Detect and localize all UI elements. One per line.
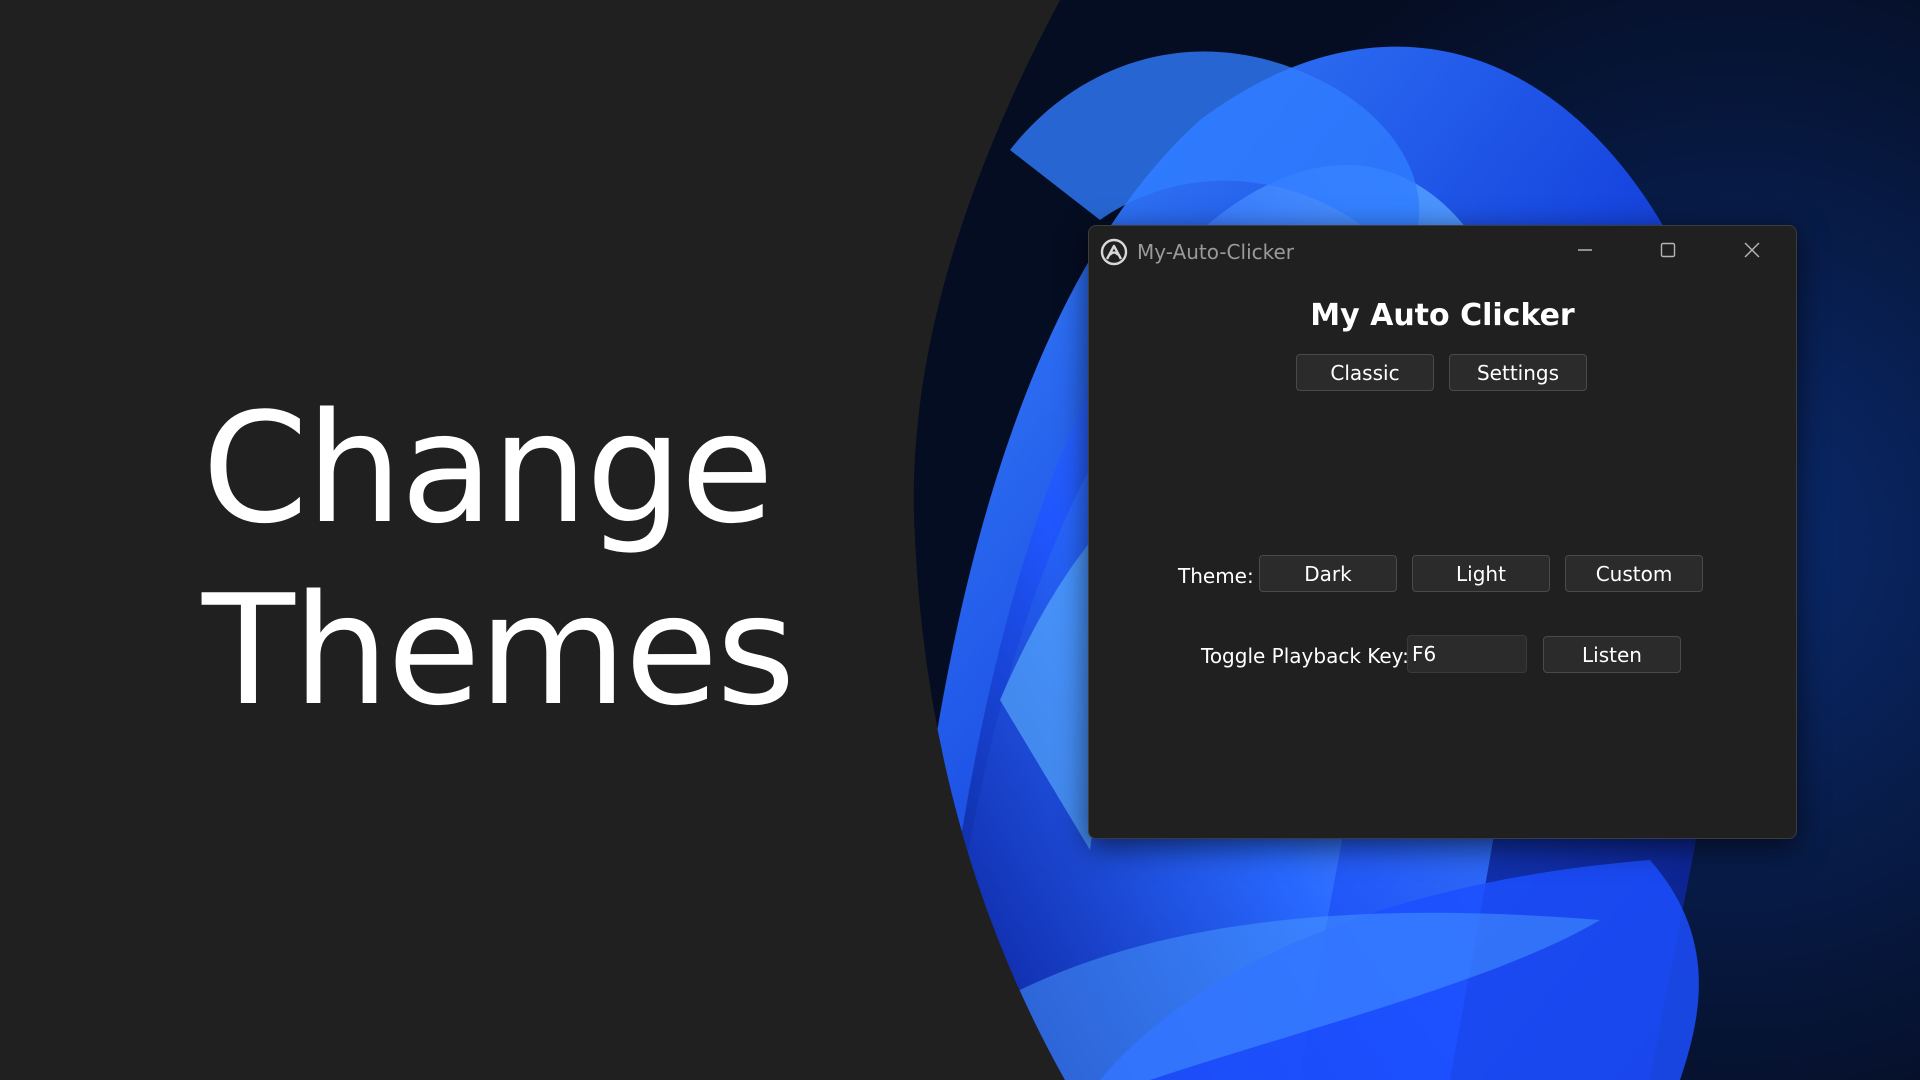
- title-bar[interactable]: My-Auto-Clicker: [1089, 226, 1796, 278]
- settings-button[interactable]: Settings: [1449, 354, 1587, 391]
- headline-line-1: Change: [202, 380, 774, 557]
- headline-line-2: Themes: [202, 562, 795, 739]
- theme-label: Theme:: [1178, 564, 1254, 588]
- app-window: My-Auto-Clicker My Auto Clicker Classic …: [1088, 225, 1797, 839]
- theme-light-button[interactable]: Light: [1412, 555, 1550, 592]
- minimize-button[interactable]: [1562, 234, 1608, 270]
- playback-key-label: Toggle Playback Key:: [1201, 644, 1409, 668]
- maximize-icon: [1659, 241, 1677, 264]
- app-heading: My Auto Clicker: [1310, 298, 1575, 333]
- app-logo-icon: [1100, 238, 1128, 266]
- classic-button[interactable]: Classic: [1296, 354, 1434, 391]
- theme-custom-button[interactable]: Custom: [1565, 555, 1703, 592]
- playback-key-input[interactable]: [1407, 635, 1527, 673]
- theme-dark-button[interactable]: Dark: [1259, 555, 1397, 592]
- close-button[interactable]: [1729, 234, 1775, 270]
- desktop-stage: Change Themes My-Auto-Clicker My Auto Cl…: [0, 0, 1920, 1080]
- headline: Change Themes: [202, 378, 795, 742]
- minimize-icon: [1576, 241, 1594, 264]
- listen-button[interactable]: Listen: [1543, 636, 1681, 673]
- close-icon: [1743, 241, 1761, 264]
- window-title: My-Auto-Clicker: [1137, 240, 1295, 264]
- maximize-button[interactable]: [1645, 234, 1691, 270]
